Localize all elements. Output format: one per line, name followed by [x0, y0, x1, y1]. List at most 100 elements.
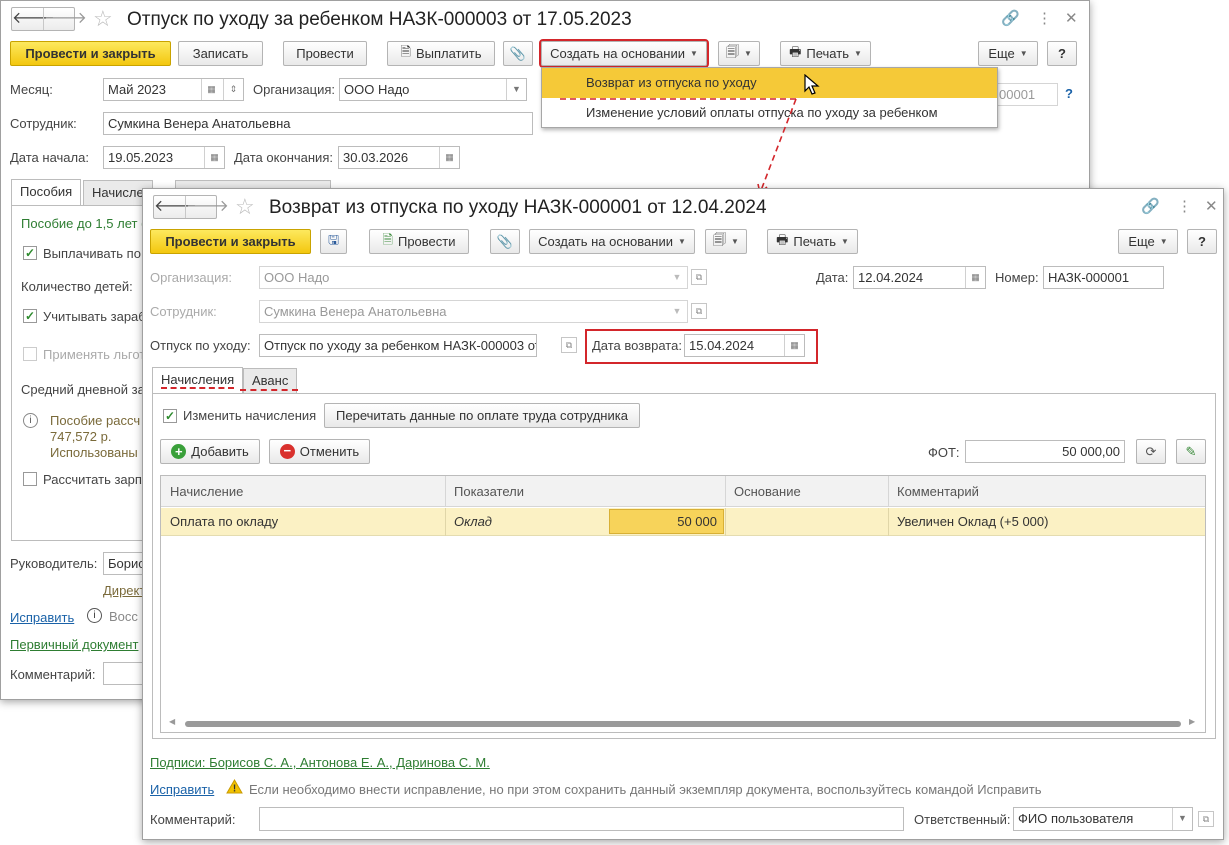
print-button[interactable]: 🖶 Печать ▼ — [767, 229, 858, 254]
back-arrow-icon[interactable]: 🡐 — [154, 196, 197, 218]
more-vertical-icon[interactable]: ⋮ — [1177, 197, 1192, 217]
org-value: ООО Надо — [264, 270, 330, 285]
tab-accruals[interactable]: Начисления — [152, 367, 244, 394]
horizontal-scrollbar[interactable]: ◀ ▶ — [169, 717, 1199, 728]
cancel-button[interactable]: − Отменить — [269, 439, 370, 464]
open-icon[interactable]: ⧉ — [691, 269, 707, 285]
svg-text:!: ! — [233, 784, 236, 795]
change-accruals-checkbox[interactable]: ✓ — [163, 409, 177, 423]
date-value: 12.04.2024 — [858, 270, 924, 285]
return-date-field[interactable]: 15.04.2024 ▦ — [684, 334, 805, 357]
advance-tab-dash — [240, 389, 298, 391]
refresh-icon: ⟳ — [1145, 443, 1157, 459]
org-label: Организация: — [150, 270, 233, 285]
dropdown-arrow-icon: ▼ — [677, 237, 686, 246]
warning-text: Если необходимо внести исправление, но п… — [249, 782, 1042, 797]
signatures-link[interactable]: Подписи: Борисов С. А., Антонова Е. А., … — [150, 755, 490, 770]
nav-buttons: 🡐 🡒 — [153, 195, 229, 219]
header-divider — [445, 476, 446, 507]
related-docs-button[interactable]: 🗐 ▼ — [705, 229, 747, 254]
open-icon[interactable]: ⧉ — [691, 303, 707, 319]
refresh-button[interactable]: ⟳ — [1136, 439, 1166, 464]
save-button[interactable]: 🖫 — [320, 229, 347, 254]
header-divider — [725, 476, 726, 507]
scroll-left-icon[interactable]: ◀ — [169, 717, 175, 726]
favorite-star-icon[interactable]: ☆ — [235, 195, 255, 219]
fot-label: ФОТ: — [928, 445, 960, 460]
cell-indicator: Оклад — [454, 514, 492, 529]
leave-label: Отпуск по уходу: — [150, 338, 251, 353]
tab-advance-label: Аванс — [252, 373, 289, 388]
link-icon[interactable]: 🔗 — [1141, 197, 1160, 217]
paperclip-icon: 📎 — [496, 233, 514, 249]
post-button[interactable]: 🗎 Провести — [369, 229, 469, 254]
dropdown-arrow-icon: ▼ — [731, 237, 739, 246]
header-divider — [888, 476, 889, 507]
warning-icon: ! — [226, 778, 243, 797]
chevron-down-icon[interactable]: ▼ — [667, 301, 687, 322]
forward-arrow-icon[interactable]: 🡒 — [185, 196, 229, 218]
dropdown-arrow-icon: ▼ — [840, 237, 849, 246]
add-label: Добавить — [191, 444, 249, 459]
return-date-label: Дата возврата: — [592, 338, 682, 353]
cancel-label: Отменить — [299, 444, 360, 459]
cell-divider — [445, 508, 446, 536]
calendar-icon[interactable]: ▦ — [784, 335, 804, 356]
cell-divider — [725, 508, 726, 536]
cell-indicator-value[interactable]: 50 000 — [609, 509, 724, 534]
open-icon[interactable]: ⧉ — [561, 337, 577, 353]
dropdown-arrow-icon: ▼ — [1159, 237, 1168, 246]
header-basis[interactable]: Основание — [734, 484, 801, 499]
change-accruals-label: Изменить начисления — [183, 408, 317, 423]
chevron-down-icon[interactable]: ▼ — [1172, 808, 1192, 830]
header-indicators[interactable]: Показатели — [454, 484, 524, 499]
open-icon[interactable]: ⧉ — [1198, 811, 1214, 827]
edit-button[interactable]: ✎ — [1176, 439, 1206, 464]
table-row[interactable]: Оплата по окладу Оклад 50 000 Увеличен О… — [161, 508, 1205, 536]
more-label: Еще — [1128, 234, 1155, 249]
floppy-disk-icon: 🖫 — [327, 231, 340, 247]
leave-value: Отпуск по уходу за ребенком НАЗК-000003 … — [264, 338, 536, 353]
header-comment[interactable]: Комментарий — [897, 484, 979, 499]
responsible-value: ФИО пользователя — [1018, 811, 1134, 826]
help-button[interactable]: ? — [1187, 229, 1217, 254]
chevron-down-icon[interactable]: ▼ — [667, 267, 687, 288]
scroll-thumb[interactable] — [185, 721, 1181, 727]
add-button[interactable]: + Добавить — [160, 439, 260, 464]
fot-field[interactable]: 50 000,00 — [965, 440, 1125, 463]
leave-field[interactable]: Отпуск по уходу за ребенком НАЗК-000003 … — [259, 334, 537, 357]
post-document-icon: 🗎 — [382, 231, 393, 247]
create-based-button[interactable]: Создать на основании ▼ — [529, 229, 695, 254]
header-accrual[interactable]: Начисление — [170, 484, 243, 499]
post-close-button[interactable]: Провести и закрыть — [150, 229, 311, 254]
calendar-icon[interactable]: ▦ — [965, 267, 985, 288]
documents-icon: 🗐 — [713, 231, 727, 247]
reread-button[interactable]: Перечитать данные по оплате труда сотруд… — [324, 403, 640, 428]
table-header: Начисление Показатели Основание Коммента… — [161, 476, 1205, 507]
more-button[interactable]: Еще ▼ — [1118, 229, 1178, 254]
employee-field[interactable]: Сумкина Венера Анатольевна ▼ — [259, 300, 688, 323]
attach-button[interactable]: 📎 — [490, 229, 520, 254]
printer-icon: 🖶 — [776, 231, 789, 247]
cell-divider — [888, 508, 889, 536]
employee-label: Сотрудник: — [150, 304, 217, 319]
print-label: Печать — [793, 234, 836, 249]
tab-accruals-label: Начисления — [161, 372, 235, 389]
fix-link[interactable]: Исправить — [150, 782, 214, 797]
cell-accrual: Оплата по окладу — [170, 514, 279, 529]
org-field[interactable]: ООО Надо ▼ — [259, 266, 688, 289]
post-label: Провести — [397, 234, 456, 249]
date-field[interactable]: 12.04.2024 ▦ — [853, 266, 986, 289]
cancel-icon: − — [279, 444, 295, 459]
accruals-table: Начисление Показатели Основание Коммента… — [160, 475, 1206, 733]
return-date-value: 15.04.2024 — [689, 338, 755, 353]
responsible-field[interactable]: ФИО пользователя ▼ — [1013, 807, 1193, 831]
cell-comment: Увеличен Оклад (+5 000) — [897, 514, 1049, 529]
number-field[interactable]: НАЗК-000001 — [1043, 266, 1164, 289]
comment-field[interactable] — [259, 807, 904, 831]
fot-value: 50 000,00 — [1062, 444, 1120, 459]
close-icon[interactable]: ✕ — [1205, 197, 1218, 217]
comment-label: Комментарий: — [150, 812, 236, 827]
add-icon: + — [171, 444, 187, 459]
scroll-right-icon[interactable]: ▶ — [1189, 717, 1195, 726]
